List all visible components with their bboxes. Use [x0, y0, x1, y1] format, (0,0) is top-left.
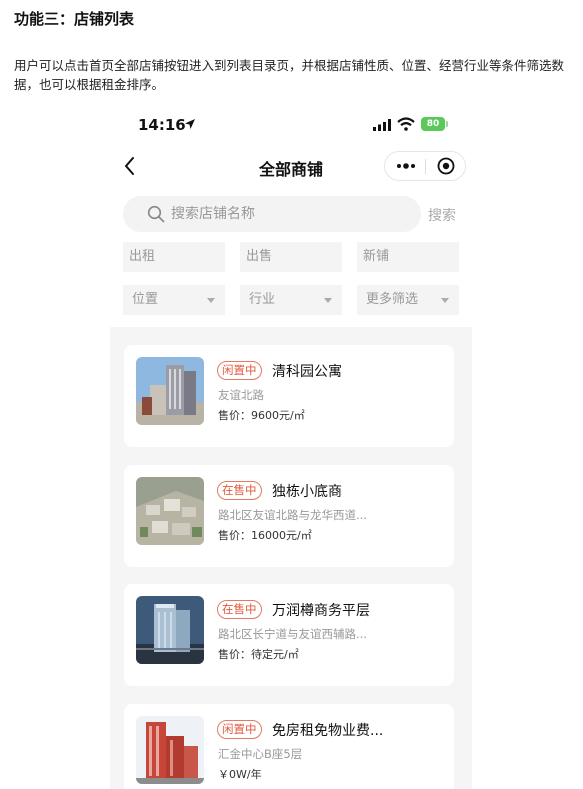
location-dropdown[interactable]: 位置	[123, 285, 225, 315]
filter-new-chip[interactable]: 新铺	[357, 242, 459, 272]
listing-name: 清科园公寓	[272, 364, 342, 380]
listing-price: 售价：16000元/㎡	[218, 529, 312, 542]
signal-icon	[373, 119, 391, 131]
more-filters-dropdown[interactable]: 更多筛选	[357, 285, 459, 315]
search-icon	[147, 205, 165, 223]
listing-address: 友谊北路	[218, 388, 264, 402]
document-paragraph: 用户可以点击首页全部店铺按钮进入到列表目录页，并根据店铺性质、位置、经营行业等条…	[14, 58, 565, 92]
listing-name: 独栋小底商	[272, 484, 342, 500]
status-time: 14:16	[138, 116, 186, 134]
listing-card[interactable]: 闲置中 清科园公寓 友谊北路 售价：9600元/㎡	[124, 345, 454, 447]
caret-down-icon	[441, 298, 449, 303]
listing-price: 售价：9600元/㎡	[218, 409, 305, 422]
listing-card[interactable]: 闲置中 免房租免物业费... 汇金中心B座5层 ￥0W/年	[124, 704, 454, 789]
building-photo	[136, 357, 204, 425]
listing-address: 路北区友谊北路与龙华西道...	[218, 508, 367, 522]
search-input[interactable]	[171, 202, 411, 226]
status-bar: 14:16 80	[110, 104, 472, 146]
listing-card[interactable]: 在售中 独栋小底商 路北区友谊北路与龙华西道... 售价：16000元/㎡	[124, 465, 454, 567]
battery-cap	[446, 121, 448, 127]
search-button[interactable]: 搜索	[428, 205, 456, 225]
industry-dropdown[interactable]: 行业	[240, 285, 342, 315]
listing-name: 免房租免物业费...	[272, 723, 384, 739]
filter-sale-chip[interactable]: 出售	[240, 242, 342, 272]
building-photo	[136, 596, 204, 664]
industry-dropdown-label: 行业	[249, 292, 276, 307]
filter-rent-chip[interactable]: 出租	[123, 242, 225, 272]
phone-screenshot: 14:16 80 全部商铺 搜索店铺名称 搜索 出租 出售 新铺 位置 行业 更…	[110, 104, 472, 789]
search-box	[123, 196, 421, 232]
battery-icon: 80	[421, 117, 445, 131]
type-filter-row: 出租 出售 新铺	[123, 242, 459, 272]
listing-price: ￥0W/年	[218, 768, 262, 781]
listing-name: 万润樽商务平层	[272, 603, 370, 619]
more-filters-dropdown-label: 更多筛选	[366, 292, 419, 307]
status-badge: 闲置中	[217, 720, 262, 739]
location-dropdown-label: 位置	[132, 292, 159, 307]
caret-down-icon	[207, 298, 215, 303]
listing-address: 路北区长宁道与友谊西辅路...	[218, 627, 367, 641]
listing-card[interactable]: 在售中 万润樽商务平层 路北区长宁道与友谊西辅路... 售价：待定元/㎡	[124, 584, 454, 686]
wifi-icon	[397, 117, 415, 131]
miniprogram-capsule	[384, 151, 466, 181]
listing-list: 闲置中 清科园公寓 友谊北路 售价：9600元/㎡ 在售中 独栋小底商 路北区友…	[110, 327, 472, 789]
dropdown-filter-row: 位置 行业 更多筛选	[123, 285, 459, 315]
status-badge: 闲置中	[217, 361, 262, 380]
building-photo	[136, 716, 204, 784]
more-dots-icon[interactable]	[395, 159, 417, 173]
building-photo	[136, 477, 204, 545]
status-badge: 在售中	[217, 600, 262, 619]
navigation-bar: 全部商铺	[110, 146, 472, 186]
capsule-divider	[425, 159, 426, 174]
listing-address: 汇金中心B座5层	[218, 747, 303, 761]
document-heading: 功能三：店铺列表	[14, 10, 135, 28]
caret-down-icon	[324, 298, 332, 303]
location-arrow-icon	[185, 119, 195, 129]
close-target-icon[interactable]	[437, 157, 455, 175]
status-badge: 在售中	[217, 481, 262, 500]
listing-price: 售价：待定元/㎡	[218, 648, 299, 661]
